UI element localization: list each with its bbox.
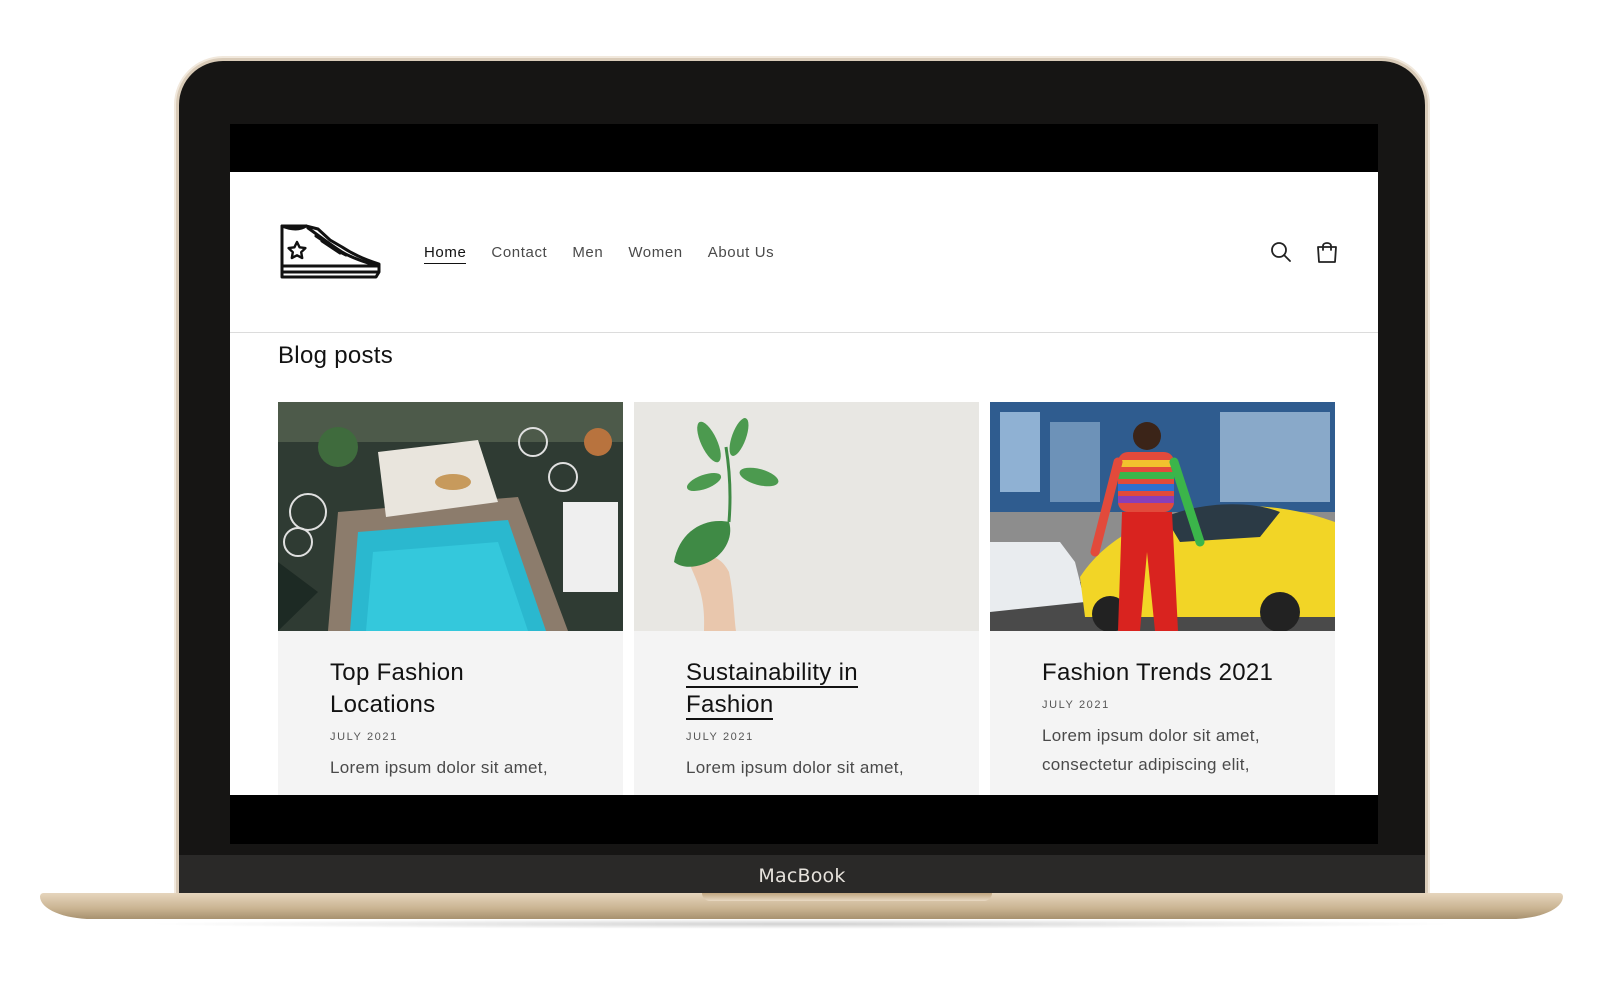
- card-body: Top Fashion Locations JULY 2021 Lorem ip…: [330, 657, 595, 782]
- blog-post-grid: Top Fashion Locations JULY 2021 Lorem ip…: [278, 402, 1335, 795]
- post-excerpt: Lorem ipsum dolor sit amet, consectetur …: [1042, 726, 1260, 774]
- street-fashion-photo[interactable]: [990, 402, 1335, 631]
- website: Home Contact Men Women About Us Blog pos…: [230, 172, 1378, 795]
- nav-men[interactable]: Men: [572, 244, 603, 264]
- post-title[interactable]: Sustainability in Fashion: [686, 657, 951, 721]
- nav-home[interactable]: Home: [424, 244, 467, 264]
- blog-card[interactable]: Fashion Trends 2021 JULY 2021 Lorem ipsu…: [990, 402, 1335, 795]
- brand-label: MacBook: [758, 865, 846, 887]
- site-header: Home Contact Men Women About Us: [230, 172, 1378, 333]
- nav-contact[interactable]: Contact: [491, 244, 547, 264]
- post-date: JULY 2021: [1042, 699, 1110, 711]
- laptop-base: [40, 893, 1563, 919]
- page-title: Blog posts: [278, 342, 394, 369]
- sneaker-logo[interactable]: [278, 222, 382, 284]
- base-notch: [702, 893, 992, 901]
- base-shadow: [140, 919, 1463, 929]
- post-excerpt: Lorem ipsum dolor sit amet,: [686, 758, 904, 777]
- main-nav: Home Contact Men Women About Us: [424, 244, 774, 264]
- blog-card[interactable]: Top Fashion Locations JULY 2021 Lorem ip…: [278, 402, 623, 795]
- lid-chin: MacBook: [179, 855, 1425, 893]
- green-plant-hand-photo[interactable]: [634, 402, 979, 631]
- post-title[interactable]: Fashion Trends 2021: [1042, 657, 1307, 689]
- cart-icon[interactable]: [1316, 240, 1338, 264]
- nav-women[interactable]: Women: [628, 244, 682, 264]
- post-date: JULY 2021: [330, 731, 398, 743]
- search-icon[interactable]: [1270, 240, 1292, 264]
- post-title[interactable]: Top Fashion Locations: [330, 657, 595, 721]
- pool-resort-photo[interactable]: [278, 402, 623, 631]
- post-excerpt: Lorem ipsum dolor sit amet,: [330, 758, 548, 777]
- post-date: JULY 2021: [686, 731, 754, 743]
- card-body: Sustainability in Fashion JULY 2021 Lore…: [686, 657, 951, 782]
- card-body: Fashion Trends 2021 JULY 2021 Lorem ipsu…: [1042, 657, 1307, 779]
- header-actions: [1270, 240, 1338, 264]
- screen: Home Contact Men Women About Us Blog pos…: [230, 124, 1378, 844]
- blog-card[interactable]: Sustainability in Fashion JULY 2021 Lore…: [634, 402, 979, 795]
- nav-about-us[interactable]: About Us: [708, 244, 775, 264]
